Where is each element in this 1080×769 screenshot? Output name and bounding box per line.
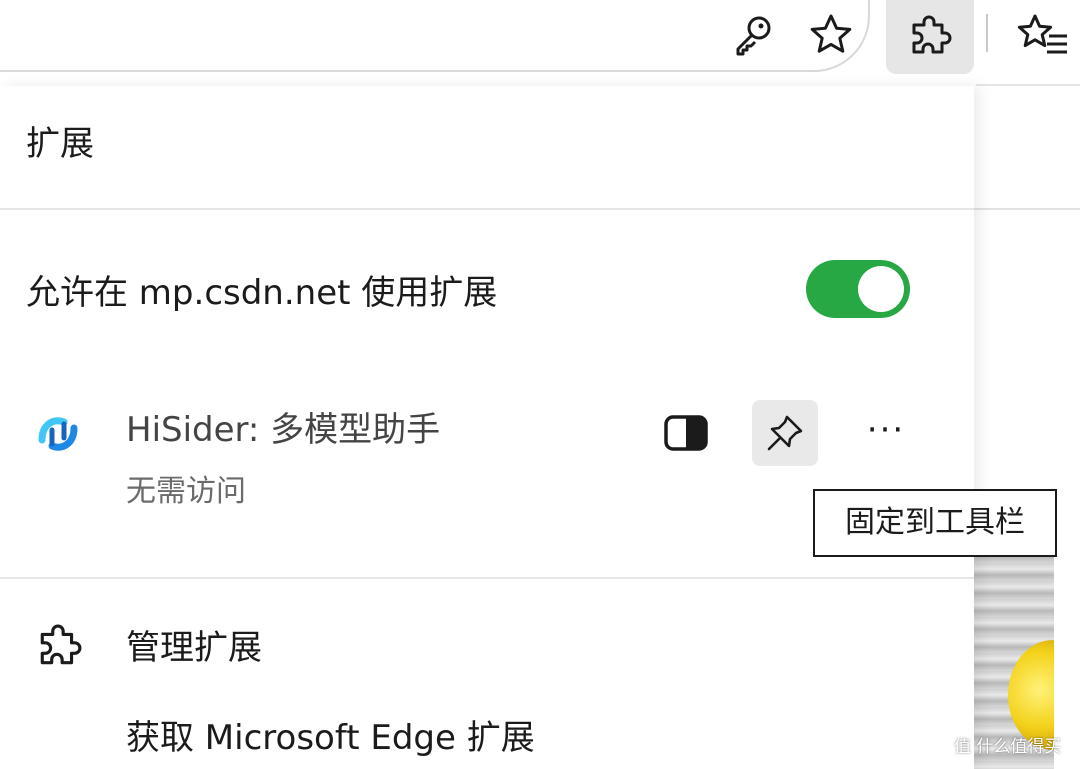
watermark: 值 什么值得买 [954, 732, 1061, 757]
favorites-button[interactable] [1010, 6, 1074, 64]
extension-name[interactable]: HiSider: 多模型助手 [126, 406, 440, 454]
puzzle-icon [912, 15, 952, 54]
puzzle-icon [40, 624, 82, 665]
more-options-button[interactable]: ··· [856, 410, 916, 456]
get-edge-extensions-link[interactable]: 获取 Microsoft Edge 扩展 [126, 714, 535, 762]
site-access-toggle[interactable] [806, 260, 910, 318]
site-access-label: 允许在 mp.csdn.net 使用扩展 [26, 273, 498, 313]
pin-tooltip: 固定到工具栏 [813, 489, 1057, 557]
toggle-thumb [858, 266, 904, 312]
manage-extensions-link[interactable]: 管理扩展 [126, 624, 262, 672]
divider [0, 208, 974, 210]
pin-icon [767, 415, 803, 451]
background-divider [974, 208, 1080, 210]
divider [0, 577, 974, 579]
watermark-text: 值 什么值得买 [954, 737, 1062, 757]
browser-window: 扩展 允许在 mp.csdn.net 使用扩展 HiSider: 多模型助手 无… [0, 0, 1080, 769]
extension-access-status: 无需访问 [126, 474, 246, 509]
add-favorite-button[interactable] [802, 6, 860, 64]
sidebar-half-icon [664, 415, 708, 451]
star-list-icon [1017, 14, 1067, 54]
extension-sidebar-button[interactable] [660, 410, 712, 456]
extensions-button[interactable] [886, 0, 974, 74]
pin-to-toolbar-button[interactable] [752, 400, 818, 466]
panel-title: 扩展 [26, 124, 94, 164]
star-icon [810, 14, 852, 53]
hisider-logo-icon [38, 417, 78, 451]
key-icon [736, 16, 771, 56]
toolbar-separator [986, 14, 988, 52]
password-key-button[interactable] [724, 6, 782, 64]
